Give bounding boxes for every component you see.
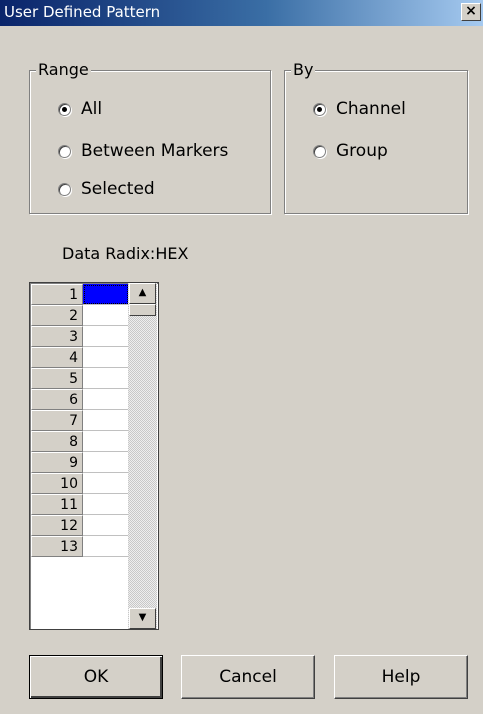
radio-button-icon[interactable] [58,182,71,196]
range-legend: Range [36,60,91,79]
table-row[interactable]: 10 [31,473,130,494]
ok-button[interactable]: OK [29,655,163,699]
table-row[interactable]: 2 [31,305,130,326]
scrollbar-thumb[interactable] [129,304,156,316]
data-cell[interactable] [83,368,129,389]
row-number: 2 [31,305,83,326]
radio-by-channel[interactable]: Channel [313,99,406,119]
radio-range-between-markers-label: Between Markers [81,141,229,161]
radio-by-group-label: Group [336,141,388,161]
window-title: User Defined Pattern [4,3,161,21]
radio-by-group[interactable]: Group [313,141,388,161]
by-groupbox: By Channel Group [284,61,468,214]
table-row[interactable]: 1 [31,284,130,305]
data-cell[interactable] [83,284,129,305]
scroll-down-arrow-icon[interactable]: ▼ [129,608,156,629]
radio-range-all[interactable]: All [58,99,102,119]
data-cell[interactable] [83,431,129,452]
row-number: 7 [31,410,83,431]
radio-range-between-markers[interactable]: Between Markers [58,141,228,161]
pattern-data-grid[interactable]: 1 2 3 4 5 6 7 8 9 10 11 12 13 ▲ ▼ [29,282,159,630]
table-row[interactable]: 5 [31,368,130,389]
row-number: 3 [31,326,83,347]
table-row[interactable]: 4 [31,347,130,368]
data-cell[interactable] [83,326,129,347]
data-cell[interactable] [83,452,129,473]
radio-button-icon[interactable] [58,102,71,116]
row-number: 1 [31,284,83,305]
radio-range-selected[interactable]: Selected [58,179,155,199]
radio-range-selected-label: Selected [81,179,155,199]
data-cell[interactable] [83,494,129,515]
radio-button-icon[interactable] [313,144,326,158]
radio-range-all-label: All [81,99,103,119]
table-row[interactable]: 12 [31,515,130,536]
table-row[interactable]: 3 [31,326,130,347]
vertical-scrollbar[interactable]: ▲ ▼ [128,283,157,629]
row-number: 13 [31,536,83,557]
data-cell[interactable] [83,389,129,410]
table-row[interactable]: 9 [31,452,130,473]
row-number: 6 [31,389,83,410]
cancel-button[interactable]: Cancel [181,655,315,699]
data-cell[interactable] [83,410,129,431]
data-cell[interactable] [83,305,129,326]
data-cell[interactable] [83,515,129,536]
table-row[interactable]: 13 [31,536,130,557]
data-cell[interactable] [83,536,129,557]
row-number: 11 [31,494,83,515]
help-button[interactable]: Help [334,655,468,699]
radio-by-channel-label: Channel [336,99,406,119]
row-number: 4 [31,347,83,368]
title-bar: User Defined Pattern × [0,0,483,26]
close-button[interactable]: × [461,3,481,21]
data-radix-label: Data Radix:HEX [62,244,189,263]
row-number: 9 [31,452,83,473]
radio-button-icon[interactable] [58,144,71,158]
scroll-up-arrow-icon[interactable]: ▲ [129,283,156,304]
row-number: 12 [31,515,83,536]
radio-button-icon[interactable] [313,102,326,116]
row-number: 5 [31,368,83,389]
table-row[interactable]: 7 [31,410,130,431]
row-number: 8 [31,431,83,452]
table-row[interactable]: 8 [31,431,130,452]
data-cell[interactable] [83,473,129,494]
row-number: 10 [31,473,83,494]
table-row[interactable]: 6 [31,389,130,410]
range-groupbox: Range All Between Markers Selected [29,61,271,214]
by-legend: By [291,60,316,79]
table-row[interactable]: 11 [31,494,130,515]
data-cell[interactable] [83,347,129,368]
